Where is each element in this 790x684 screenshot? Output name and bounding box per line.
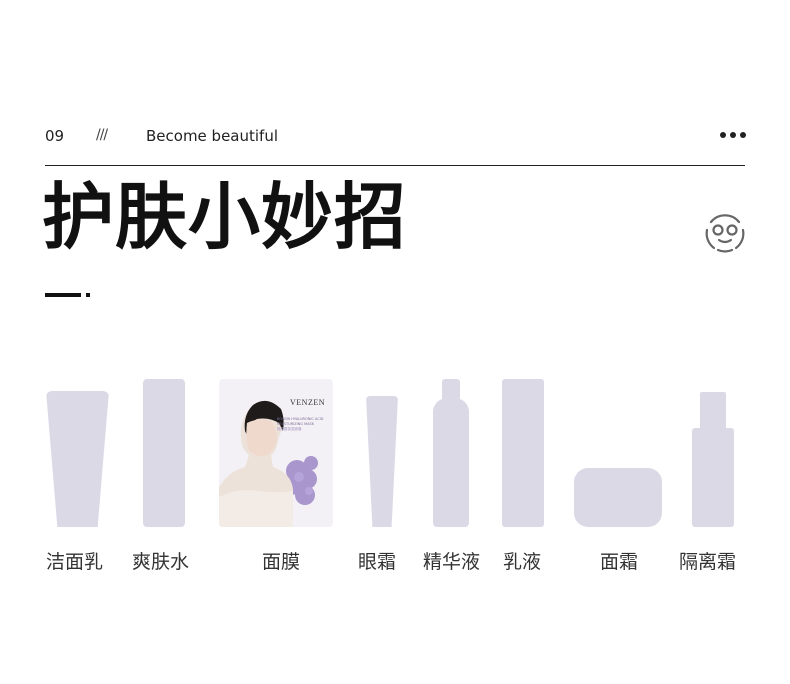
product-label-cleanser: 洁面乳 [46,551,104,573]
serum-bottle-icon [433,398,469,527]
primer-bottle-cap [700,392,726,432]
face-mask-icon [703,210,747,254]
product-label-lotion: 乳液 [503,551,542,573]
section-subtitle: Become beautiful [146,127,279,145]
product-label-serum: 精华液 [423,551,481,573]
product-label-primer: 隔离霜 [679,551,737,573]
mask-brand: VENZEN [290,398,325,407]
page-title: 护肤小妙招 [42,175,408,259]
face-mask-pack: VENZEN BOSEIN HYALURONIC ACID MOISTURIZI… [219,379,333,527]
primer-bottle-icon [692,428,734,527]
slash-divider: /// [96,127,108,143]
toner-bottle-icon [143,379,185,527]
mask-product-text: BOSEIN HYALURONIC ACID MOISTURIZING MASK… [277,417,324,431]
product-label-eye-cream: 眼霜 [358,551,397,573]
header-divider [45,165,745,166]
section-number: 09 [45,127,65,145]
accent-dot [86,293,90,297]
cleanser-tube-icon [46,391,109,527]
more-dots-icon[interactable] [720,128,746,142]
product-label-cream: 面霜 [600,551,639,573]
product-label-toner: 爽肤水 [132,551,190,573]
eye-cream-tube-icon [366,396,398,527]
product-label-mask: 面膜 [262,551,301,573]
accent-dash [45,293,81,297]
cream-jar-icon [574,468,662,527]
lotion-bottle-icon [502,379,544,527]
